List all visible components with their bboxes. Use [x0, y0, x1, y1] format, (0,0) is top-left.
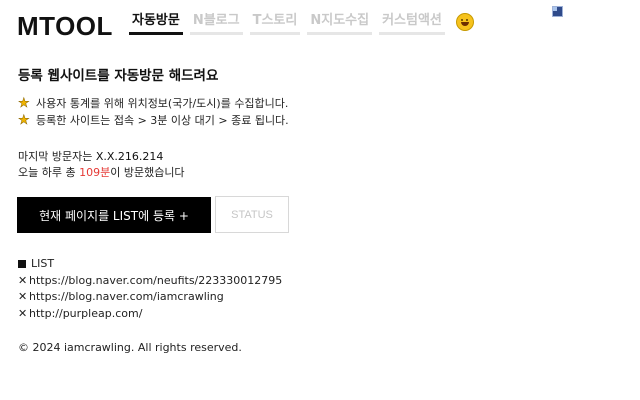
- list-item: ✕ https://blog.naver.com/iamcrawling: [18, 289, 282, 306]
- square-bullet-icon: [18, 260, 26, 269]
- list-header: LIST: [18, 256, 282, 273]
- today-suffix: 이 방문했습니다: [110, 166, 185, 179]
- list-title: LIST: [31, 257, 55, 270]
- tab-auto-visit[interactable]: 자동방문: [129, 12, 183, 35]
- star-icon: ★: [18, 96, 30, 112]
- notice-list: ★ 사용자 통계를 위해 위치정보(국가/도시)를 수집합니다. ★ 등록한 사…: [18, 95, 289, 129]
- grinning-face-icon[interactable]: [455, 13, 474, 31]
- list-item-url: https://blog.naver.com/iamcrawling: [29, 290, 224, 303]
- visitor-info: 마지막 방문자는 X.X.216.214 오늘 하루 총 109분이 방문했습니…: [18, 149, 185, 181]
- broken-image-icon: [552, 6, 563, 17]
- tab-n-blog[interactable]: N블로그: [189, 12, 243, 35]
- tab-bar: 자동방문 N블로그 T스토리 N지도수집 커스텀액션: [129, 12, 474, 35]
- last-visitor-ip: X.X.216.214: [95, 150, 164, 163]
- today-count: 109분: [79, 166, 111, 179]
- list-item-url: http://purpleap.com/: [29, 306, 143, 320]
- list-item: ✕ https://blog.naver.com/neufits/2233300…: [18, 273, 282, 290]
- today-prefix: 오늘 하루 총: [18, 166, 80, 179]
- logo: MTOOL: [17, 11, 113, 41]
- star-icon: ★: [18, 113, 30, 129]
- last-visitor-line: 마지막 방문자는 X.X.216.214: [18, 149, 185, 165]
- page-title: 등록 웹사이트를 자동방문 해드려요: [18, 68, 219, 84]
- remove-icon[interactable]: ✕: [18, 306, 29, 323]
- last-visitor-label: 마지막 방문자는: [18, 150, 96, 163]
- notice-item: ★ 등록한 사이트는 접속 > 3분 이상 대기 > 종료 됩니다.: [18, 112, 289, 129]
- status-button[interactable]: STATUS: [215, 196, 289, 233]
- list-item: ✕ http://purpleap.com/: [18, 306, 282, 323]
- copyright: © 2024 iamcrawling. All rights reserved.: [18, 341, 242, 354]
- today-visits-line: 오늘 하루 총 109분이 방문했습니다: [18, 165, 185, 181]
- register-page-button[interactable]: 현재 페이지를 LIST에 등록 +: [17, 197, 211, 233]
- notice-text: 등록한 사이트는 접속 > 3분 이상 대기 > 종료 됩니다.: [36, 114, 289, 127]
- tab-custom-action[interactable]: 커스텀액션: [379, 12, 445, 35]
- tab-n-map-collect[interactable]: N지도수집: [307, 12, 373, 35]
- remove-icon[interactable]: ✕: [18, 273, 29, 290]
- notice-text: 사용자 통계를 위해 위치정보(국가/도시)를 수집합니다.: [36, 97, 289, 110]
- list-item-url: https://blog.naver.com/neufits/223330012…: [29, 273, 283, 287]
- tab-t-story[interactable]: T스토리: [249, 12, 301, 35]
- remove-icon[interactable]: ✕: [18, 289, 29, 306]
- notice-item: ★ 사용자 통계를 위해 위치정보(국가/도시)를 수집합니다.: [18, 95, 289, 112]
- site-list: LIST ✕ https://blog.naver.com/neufits/22…: [18, 256, 282, 322]
